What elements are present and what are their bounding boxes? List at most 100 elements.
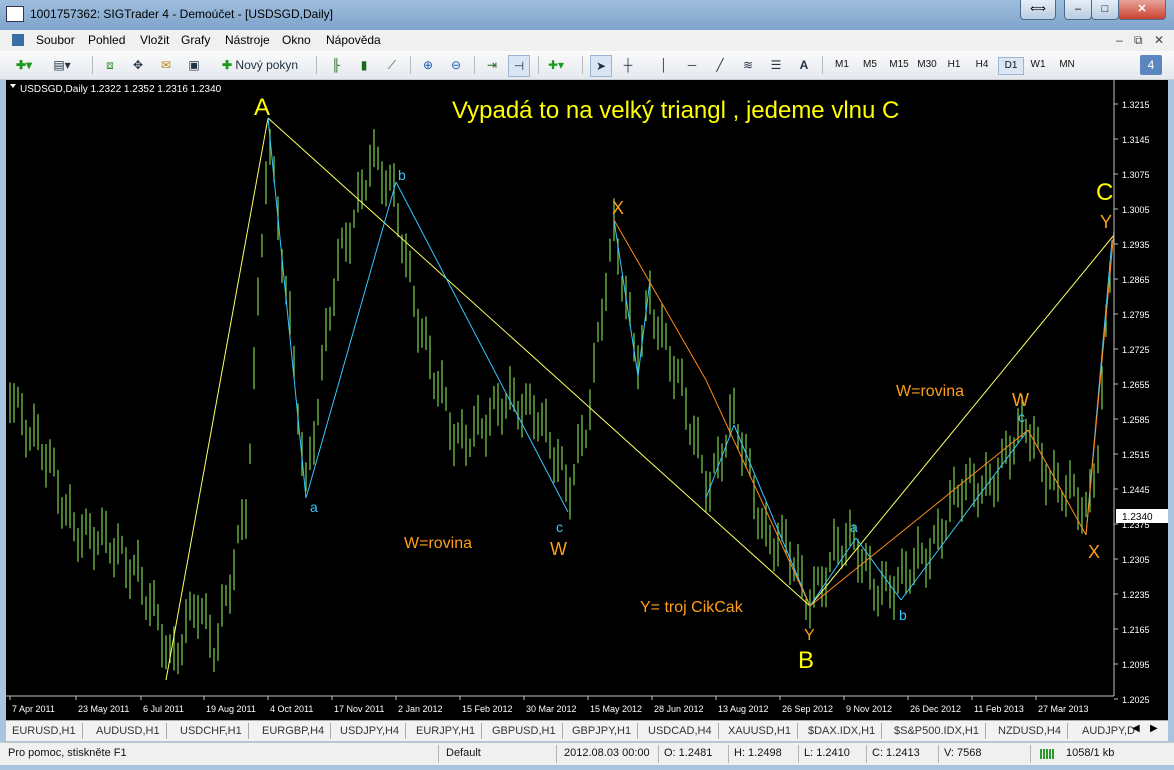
date-tick-label: 26 Sep 2012 xyxy=(782,704,833,714)
tab-eurgbp[interactable]: EURGBP,H4 xyxy=(256,723,332,739)
wave-label: W=rovina xyxy=(896,383,964,400)
price-tick-label: 1.2165 xyxy=(1122,625,1150,635)
resize-button[interactable]: ⟺ xyxy=(1020,0,1056,20)
tab-usdcad[interactable]: USDCAD,H4 xyxy=(642,723,719,739)
notification-badge[interactable]: 4 xyxy=(1140,55,1162,75)
profiles-icon[interactable]: ▤▾ xyxy=(52,55,72,75)
wave-line-orange xyxy=(1085,229,1115,536)
wave-label: b xyxy=(899,607,907,623)
menu-charts[interactable]: Grafy xyxy=(181,33,210,47)
price-chart[interactable]: 1.3215 1.3145 1.3075 1.3005 1.2935 1.2865 1.27… xyxy=(6,80,1168,720)
wave-label: C xyxy=(1096,179,1113,206)
tab-gbpjpy[interactable]: GBPJPY,H1 xyxy=(566,723,639,739)
tf-h4[interactable]: H4 xyxy=(970,57,994,73)
app-chart-icon xyxy=(6,6,24,22)
wave-line-yellow xyxy=(165,117,269,681)
menu-file[interactable]: Soubor xyxy=(36,33,75,47)
price-tick-label: 1.2235 xyxy=(1122,590,1150,600)
menu-help[interactable]: Nápověda xyxy=(326,33,381,47)
crosshair-icon[interactable]: ┼ xyxy=(618,55,638,75)
zoom-out-icon[interactable]: ⊖ xyxy=(446,55,466,75)
window-titlebar[interactable]: 1001757362: SIGTrader 4 - Demoúčet - [US… xyxy=(0,0,1174,30)
wave-label: a xyxy=(310,499,318,515)
tab-eurusd[interactable]: EURUSD,H1 xyxy=(6,723,83,739)
autoscroll-icon[interactable]: ⇥ xyxy=(482,55,502,75)
mdi-restore-button[interactable]: ⧉ xyxy=(1134,33,1143,48)
price-bars xyxy=(9,128,1111,675)
tab-gbpusd[interactable]: GBPUSD,H1 xyxy=(486,723,563,739)
market-watch-icon[interactable]: ⧈ xyxy=(100,55,120,75)
chart-shift-icon[interactable]: ⊣ xyxy=(508,55,530,77)
menu-view[interactable]: Pohled xyxy=(88,33,125,47)
candlestick-icon[interactable]: ▮ xyxy=(354,55,374,75)
tab-audusd[interactable]: AUDUSD,H1 xyxy=(90,723,167,739)
horizontal-line-icon[interactable]: ─ xyxy=(682,55,702,75)
tab-eurjpy[interactable]: EURJPY,H1 xyxy=(410,723,483,739)
text-tool-icon[interactable]: A xyxy=(794,55,814,75)
tab-usdjpy[interactable]: USDJPY,H4 xyxy=(334,723,407,739)
new-order-button[interactable]: ✚ Nový pokyn xyxy=(218,55,302,75)
trendline-icon[interactable]: ╱ xyxy=(710,55,730,75)
menu-bar: Soubor Pohled Vložit Grafy Nástroje Okno… xyxy=(0,30,1174,52)
wave-line-cyan xyxy=(305,181,397,499)
chart-window[interactable]: 1.3215 1.3145 1.3075 1.3005 1.2935 1.2865 1.27… xyxy=(6,80,1168,720)
status-volume: V: 7568 xyxy=(944,747,982,759)
date-tick-label: 6 Jul 2011 xyxy=(143,704,184,714)
fibonacci-icon[interactable]: ☰ xyxy=(766,55,786,75)
wave-line-orange xyxy=(613,219,707,381)
tf-mn[interactable]: MN xyxy=(1054,57,1080,73)
date-tick-label: 7 Apr 2011 xyxy=(12,704,55,714)
menu-insert[interactable]: Vložit xyxy=(140,33,169,47)
price-tick-label: 1.2515 xyxy=(1122,450,1150,460)
tab-dax[interactable]: $DAX.IDX,H1 xyxy=(802,723,883,739)
price-tick-label: 1.2305 xyxy=(1122,555,1150,565)
menu-window[interactable]: Okno xyxy=(282,33,311,47)
close-button[interactable]: ✕ xyxy=(1118,0,1166,20)
tf-m30[interactable]: M30 xyxy=(914,57,940,73)
line-chart-icon[interactable]: ⟋ xyxy=(382,55,402,75)
mdi-chart-icon[interactable] xyxy=(12,34,24,46)
tab-scroll-left-icon[interactable]: ◀ xyxy=(1132,723,1140,734)
wave-line-cyan xyxy=(733,424,811,607)
wave-label: Y xyxy=(804,627,815,644)
date-tick-label: 15 Feb 2012 xyxy=(462,704,513,714)
vertical-line-icon[interactable]: │ xyxy=(654,55,674,75)
price-tick-label: 1.2795 xyxy=(1122,310,1150,320)
mdi-close-button[interactable]: ✕ xyxy=(1154,33,1164,47)
menu-tools[interactable]: Nástroje xyxy=(225,33,270,47)
date-ticks: 7 Apr 2011 23 May 2011 6 Jul 2011 19 Aug 20… xyxy=(9,696,1089,714)
fibonacci-channel-icon[interactable]: ≋ xyxy=(738,55,758,75)
cursor-icon[interactable]: ➤ xyxy=(590,55,612,77)
status-close: C: 1.2413 xyxy=(872,747,920,759)
navigator-icon[interactable]: ✥ xyxy=(128,55,148,75)
strategy-tester-icon[interactable]: ▣ xyxy=(184,55,204,75)
wave-line-cyan xyxy=(267,117,307,499)
tf-m5[interactable]: M5 xyxy=(858,57,882,73)
terminal-icon[interactable]: ✉ xyxy=(156,55,176,75)
tf-h1[interactable]: H1 xyxy=(942,57,966,73)
price-tick-label: 1.3075 xyxy=(1122,170,1150,180)
tab-nzdusd[interactable]: NZDUSD,H4 xyxy=(992,723,1068,739)
zoom-in-icon[interactable]: ⊕ xyxy=(418,55,438,75)
tab-usdchf[interactable]: USDCHF,H1 xyxy=(174,723,249,739)
tab-xauusd[interactable]: XAUUSD,H1 xyxy=(722,723,798,739)
mdi-minimize-button[interactable]: – xyxy=(1116,33,1123,47)
wave-line-orange xyxy=(809,429,1029,607)
bar-chart-icon[interactable]: ╟ xyxy=(326,55,346,75)
tab-scroll-right-icon[interactable]: ▶ xyxy=(1150,723,1158,734)
tf-m1[interactable]: M1 xyxy=(830,57,854,73)
tf-d1[interactable]: D1 xyxy=(998,57,1024,75)
new-chart-icon[interactable]: ✚▾ xyxy=(14,55,34,75)
chart-header: USDSGD,Daily 1.2322 1.2352 1.2316 1.2340 xyxy=(20,84,222,95)
tf-m15[interactable]: M15 xyxy=(886,57,912,73)
minimize-button[interactable]: – xyxy=(1064,0,1092,20)
tf-w1[interactable]: W1 xyxy=(1026,57,1050,73)
status-help: Pro pomoc, stiskněte F1 xyxy=(8,747,127,759)
indicators-icon[interactable]: ✚▾ xyxy=(546,55,566,75)
price-tick-label: 1.2095 xyxy=(1122,660,1150,670)
date-tick-label: 9 Nov 2012 xyxy=(846,704,892,714)
wave-label: Y xyxy=(1100,212,1112,232)
tab-sp500[interactable]: $S&P500.IDX,H1 xyxy=(888,723,986,739)
maximize-button[interactable]: □ xyxy=(1091,0,1119,20)
price-tick-label: 1.2655 xyxy=(1122,380,1150,390)
